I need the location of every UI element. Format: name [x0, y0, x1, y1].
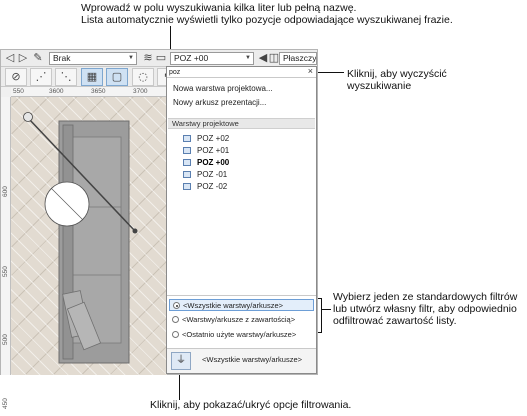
mode-rect-icon[interactable]: ▢	[106, 68, 128, 86]
radio-icon	[172, 316, 179, 323]
layer-item-label: POZ -01	[197, 170, 228, 179]
callout-search-line1: Wprowadź w polu wyszukiwania kilka liter…	[81, 2, 357, 14]
radio-icon	[173, 302, 180, 309]
filter-layers-with-content[interactable]: <Warstwy/arkusze z zawartością>	[169, 314, 314, 326]
layer-item-poz-00[interactable]: POZ +00	[183, 157, 229, 168]
layer-dropdown-panel: poz × Nowa warstwa projektowa... Nowy ar…	[166, 66, 317, 374]
callout-filters-line1: Wybierz jeden ze standardowych filtrów	[333, 291, 518, 303]
sofa-drawing	[23, 112, 138, 364]
callout-toggle-filters: Kliknij, aby pokazać/ukryć opcje filtrow…	[150, 399, 352, 411]
snap-grid-icon[interactable]: ⋱	[55, 68, 77, 86]
snap-points-icon[interactable]: ⋰	[30, 68, 52, 86]
layer-options-icon[interactable]: ▭	[154, 51, 168, 65]
layer-item-label: POZ -02	[197, 182, 228, 191]
drawing-canvas[interactable]	[11, 97, 167, 375]
filter-icon: ⏚	[176, 355, 186, 366]
forward-icon[interactable]: ▷	[16, 51, 30, 65]
layer-icon	[183, 135, 191, 142]
ruler-h-tick: 3650	[91, 88, 106, 95]
mode-one-icon[interactable]: ▦	[81, 68, 103, 86]
layer-item-label: POZ +01	[197, 146, 230, 155]
layers-icon[interactable]: ≋	[141, 51, 155, 65]
ruler-v-tick: 500	[2, 334, 9, 345]
layer-combo-value: POZ +00	[174, 53, 209, 63]
menu-new-sheet-layer[interactable]: Nowy arkusz prezentacji...	[173, 98, 266, 107]
search-input[interactable]: poz ×	[167, 66, 316, 78]
section-header-design-layers: Warstwy projektowe	[168, 118, 315, 129]
class-combo-value: Brak	[53, 53, 71, 63]
callout-clear-line2: wyszukiwanie	[347, 80, 412, 92]
current-filter-label: <Wszystkie warstwy/arkusze>	[202, 355, 303, 364]
layer-icon	[183, 159, 191, 166]
layer-icon	[183, 147, 191, 154]
callout-search-line2: Lista automatycznie wyświetli tylko pozy…	[81, 14, 453, 26]
back-icon[interactable]: ◁	[3, 51, 17, 65]
class-icon[interactable]: ✎	[31, 51, 45, 65]
ruler-h-tick: 3700	[133, 88, 148, 95]
search-input-value: poz	[169, 69, 181, 76]
menu-new-design-layer[interactable]: Nowa warstwa projektowa...	[173, 84, 273, 93]
layer-item-label: POZ +00	[197, 158, 230, 167]
chevron-down-icon: ▼	[128, 55, 134, 61]
close-icon[interactable]: ×	[308, 66, 313, 77]
ruler-v-tick: 550	[2, 266, 9, 277]
layer-item-poz-02[interactable]: POZ +02	[183, 133, 229, 144]
layer-icon	[183, 171, 191, 178]
horizontal-ruler: 550 3600 3650 3700	[11, 87, 167, 97]
ruler-v-tick: 600	[2, 186, 9, 197]
snap-off-icon[interactable]: ⊘	[5, 68, 27, 86]
leader-filters-arm	[321, 309, 331, 310]
filter-options: <Wszystkie warstwy/arkusze> <Warstwy/ark…	[167, 295, 316, 344]
vertical-ruler: 600 550 500 450	[1, 97, 11, 409]
view-combo-value: Płaszczyzna	[283, 53, 317, 63]
chevron-down-icon: ▼	[245, 55, 251, 61]
ruler-v-tick: 450	[2, 398, 9, 409]
leader-clear	[314, 72, 344, 73]
layer-item-label: POZ +02	[197, 134, 230, 143]
filter-toggle-button[interactable]: ⏚	[171, 352, 191, 370]
radio-icon	[172, 331, 179, 338]
filter-label: <Warstwy/arkusze z zawartością>	[182, 315, 296, 324]
ruler-h-tick: 550	[13, 88, 24, 95]
callout-filters-line3: odfiltrować zawartość listy.	[333, 315, 457, 327]
callout-filters-line2: lub utwórz własny filtr, aby odpowiednio	[333, 303, 517, 315]
class-combo[interactable]: Brak ▼	[49, 52, 137, 65]
filter-all-layers[interactable]: <Wszystkie warstwy/arkusze>	[169, 299, 314, 311]
ruler-h-tick: 3600	[49, 88, 64, 95]
mode-lasso-icon[interactable]: ◌	[132, 68, 154, 86]
leader-filters-bracket	[321, 298, 322, 333]
filter-label: <Ostatnio użyte warstwy/arkusze>	[182, 330, 297, 339]
layer-combo[interactable]: POZ +00 ▼	[170, 52, 254, 65]
filter-recent-layers[interactable]: <Ostatnio użyte warstwy/arkusze>	[169, 329, 314, 341]
layer-icon	[183, 183, 191, 190]
filter-label: <Wszystkie warstwy/arkusze>	[183, 301, 284, 310]
layer-item-poz-m02[interactable]: POZ -02	[183, 181, 227, 192]
view-bar: ◁ ▷ ✎ Brak ▼ ≋ ▭ POZ +00 ▼ ◀ ◫ Płaszczyz…	[1, 50, 317, 67]
layer-item-poz-01[interactable]: POZ +01	[183, 145, 229, 156]
layer-item-poz-m01[interactable]: POZ -01	[183, 169, 227, 180]
filter-bar: ⏚ <Wszystkie warstwy/arkusze>	[167, 348, 316, 373]
view-combo[interactable]: Płaszczyzna	[279, 52, 317, 65]
callout-clear-line1: Kliknij, aby wyczyścić	[347, 68, 447, 80]
